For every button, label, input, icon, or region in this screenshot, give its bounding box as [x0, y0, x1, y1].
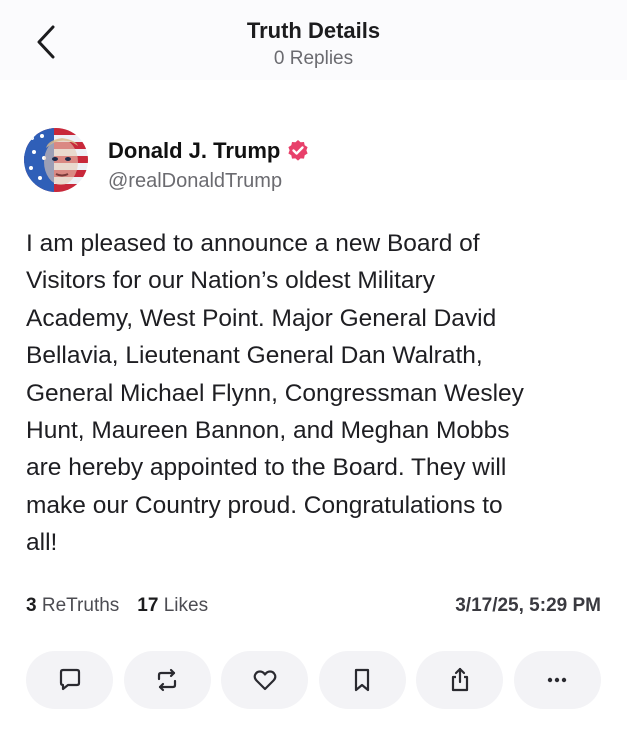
more-icon [548, 677, 567, 683]
likes-stat[interactable]: 17 Likes [137, 595, 208, 616]
retruths-count: 3 [26, 595, 37, 616]
more-button[interactable] [513, 651, 601, 709]
retruth-button[interactable] [123, 651, 211, 709]
heart-icon [253, 670, 277, 691]
reply-icon [59, 668, 80, 691]
verified-badge-icon [286, 139, 310, 163]
likes-label: Likes [163, 595, 209, 616]
share-button[interactable] [416, 651, 504, 709]
post-text: I am pleased to announce a new Board of … [26, 230, 524, 557]
top-bar: Truth Details 0 Replies [0, 0, 627, 80]
author-name-text: Donald J. Trump [108, 138, 281, 163]
likes-count: 17 [137, 595, 159, 616]
replies-count: 0 Replies [273, 48, 354, 69]
retruths-label: ReTruths [41, 595, 120, 616]
retruths-stat[interactable]: 3 ReTruths [26, 595, 119, 616]
post-timestamp: 3/17/25, 5:29 PM [455, 595, 601, 616]
bookmark-icon [355, 668, 370, 692]
avatar-image [24, 128, 88, 192]
post-stats: 3 ReTruths 17 Likes [26, 595, 208, 617]
page-title: Truth Details [246, 18, 381, 43]
author-handle[interactable]: @realDonaldTrump [108, 170, 282, 193]
avatar[interactable] [24, 128, 88, 192]
like-button[interactable] [221, 651, 309, 709]
action-bar [26, 651, 601, 709]
reply-button[interactable] [26, 651, 113, 709]
share-icon [451, 667, 468, 692]
author-name[interactable]: Donald J. Trump [108, 138, 310, 164]
bookmark-button[interactable] [318, 651, 406, 709]
retruth-icon [157, 668, 177, 692]
